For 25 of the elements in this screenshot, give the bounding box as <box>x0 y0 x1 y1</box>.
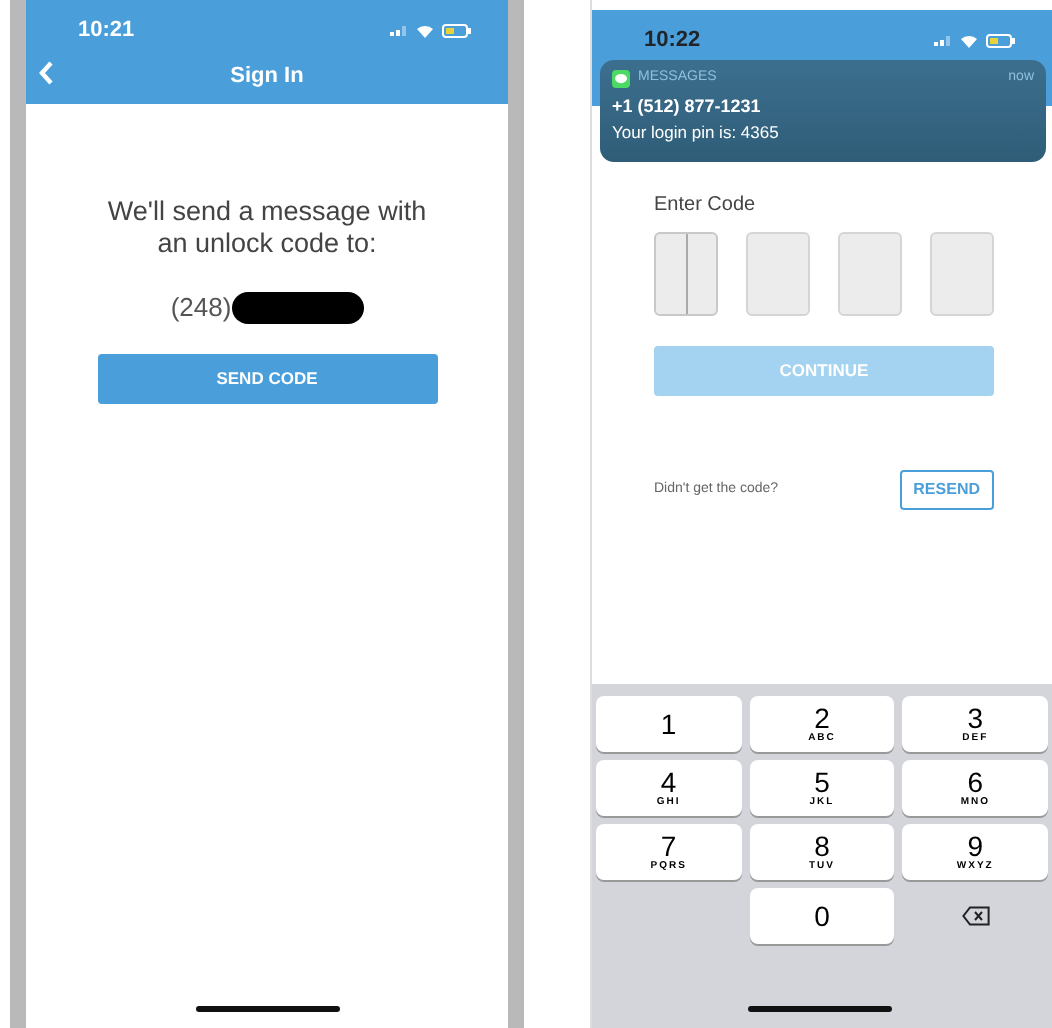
status-time: 10:21 <box>78 15 135 46</box>
screen-title: Sign In <box>230 61 304 92</box>
signal-icon <box>934 34 952 46</box>
wifi-icon <box>960 33 978 47</box>
home-indicator <box>748 1006 892 1012</box>
code-digit-field[interactable] <box>746 232 810 316</box>
keypad-key[interactable]: 0 <box>749 888 895 944</box>
phone-number: (248) <box>170 290 232 327</box>
wifi-icon <box>416 23 434 37</box>
notification-sender: +1 (512) 877-1231 <box>612 93 763 120</box>
battery-icon <box>986 33 1016 47</box>
code-digit-field[interactable] <box>930 232 994 316</box>
status-time: 10:22 <box>644 25 701 56</box>
code-digit-field[interactable] <box>838 232 902 316</box>
home-indicator <box>195 1006 339 1012</box>
back-icon[interactable] <box>38 60 54 86</box>
battery-icon <box>442 23 472 37</box>
code-digit-field[interactable] <box>654 232 718 316</box>
signal-icon <box>390 24 408 36</box>
field-label: Enter Code <box>654 192 758 220</box>
instruction-text: We'll send a message with an unlock code to: <box>105 196 429 261</box>
keypad-key[interactable]: 1 <box>596 696 742 752</box>
messages-app-icon <box>612 69 630 88</box>
redaction-mark <box>231 292 364 325</box>
notification-message: Your login pin is: 4365 <box>612 120 781 146</box>
